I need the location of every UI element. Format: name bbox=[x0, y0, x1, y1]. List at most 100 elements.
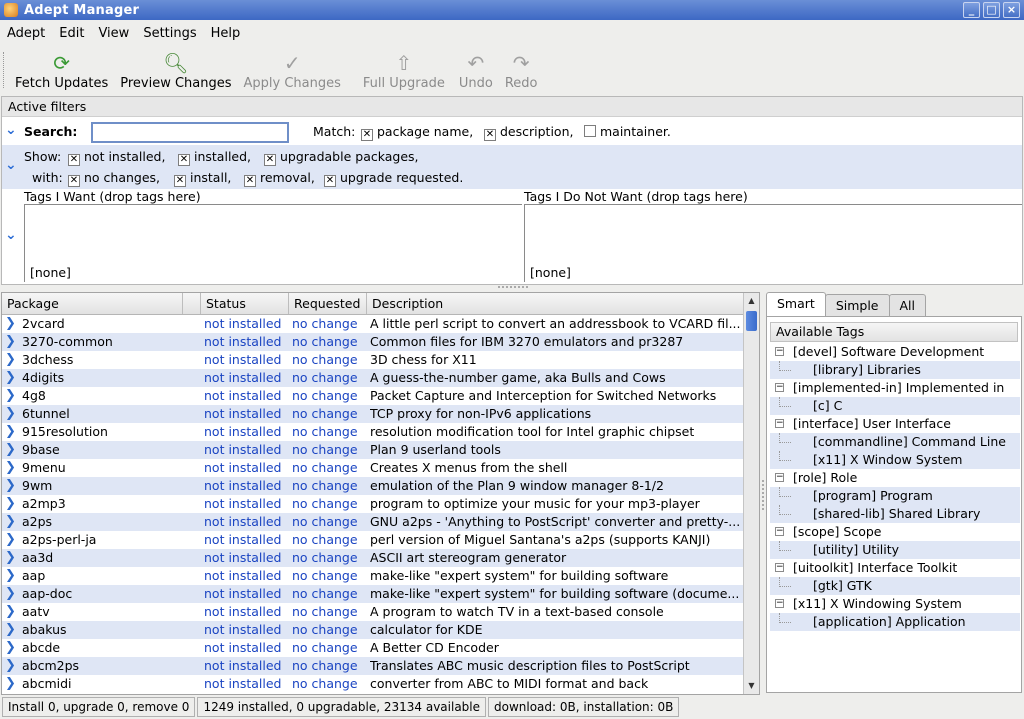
table-row[interactable]: ❯ 3dchess not installed no change 3D chess f… bbox=[2, 351, 743, 369]
table-row[interactable]: ❯ 6tunnel not installed no change TCP proxy … bbox=[2, 405, 743, 423]
menu-view[interactable]: View bbox=[91, 26, 136, 41]
full-upgrade-button[interactable]: ⇧ Full Upgrade bbox=[347, 46, 453, 94]
show-not-installed-checkbox[interactable]: ✕ not installed, bbox=[68, 149, 165, 166]
table-row[interactable]: ❯ 915resolution not installed no change reso… bbox=[2, 423, 743, 441]
column-description[interactable]: Description bbox=[367, 293, 743, 314]
maximize-button[interactable]: □ bbox=[983, 2, 1000, 18]
expand-arrow-icon[interactable]: ❯ bbox=[5, 405, 19, 423]
table-row[interactable]: ❯ aatv not installed no change A program to … bbox=[2, 603, 743, 621]
table-row[interactable]: ❯ 3270-common not installed no change Common… bbox=[2, 333, 743, 351]
tag-category[interactable]: − [devel] Software Development bbox=[770, 343, 1020, 361]
expand-arrow-icon[interactable]: ❯ bbox=[5, 333, 19, 351]
match-maintainer-checkbox[interactable]: maintainer. bbox=[584, 124, 671, 139]
vertical-splitter-handle[interactable] bbox=[762, 480, 765, 510]
splitter-handle[interactable] bbox=[498, 286, 528, 290]
collapse-toggle-icon[interactable]: − bbox=[775, 419, 784, 428]
table-row[interactable]: ❯ aap not installed no change make-like "exp… bbox=[2, 567, 743, 585]
expand-arrow-icon[interactable]: ❯ bbox=[5, 441, 19, 459]
table-row[interactable]: ❯ 9wm not installed no change emulation of t… bbox=[2, 477, 743, 495]
expand-arrow-icon[interactable]: ❯ bbox=[5, 621, 19, 639]
tag-item[interactable]: [c] C bbox=[770, 397, 1020, 415]
fetch-updates-button[interactable]: ⟳ Fetch Updates bbox=[9, 46, 114, 94]
tag-category[interactable]: − [scope] Scope bbox=[770, 523, 1020, 541]
expand-arrow-icon[interactable]: ❯ bbox=[5, 567, 19, 585]
table-row[interactable]: ❯ abakus not installed no change calculator … bbox=[2, 621, 743, 639]
preview-changes-button[interactable]: 🔍︎ Preview Changes bbox=[114, 46, 237, 94]
collapse-toggle-icon[interactable]: − bbox=[775, 347, 784, 356]
tag-item[interactable]: [shared-lib] Shared Library bbox=[770, 505, 1020, 523]
show-upgradable-checkbox[interactable]: ✕ upgradable packages, bbox=[264, 149, 419, 166]
with-removal-checkbox[interactable]: ✕ removal, bbox=[244, 170, 315, 187]
menu-settings[interactable]: Settings bbox=[136, 26, 203, 41]
expand-arrow-icon[interactable]: ❯ bbox=[5, 657, 19, 675]
show-installed-checkbox[interactable]: ✕ installed, bbox=[178, 149, 251, 166]
table-row[interactable]: ❯ 4g8 not installed no change Packet Capture… bbox=[2, 387, 743, 405]
menu-help[interactable]: Help bbox=[204, 26, 248, 41]
expand-arrow-icon[interactable]: ❯ bbox=[5, 387, 19, 405]
search-input[interactable] bbox=[91, 122, 289, 143]
collapse-toggle-icon[interactable]: − bbox=[775, 473, 784, 482]
tab-smart[interactable]: Smart bbox=[766, 292, 826, 317]
package-scrollbar[interactable]: ▲ ▼ bbox=[743, 293, 759, 694]
tag-category[interactable]: − [implemented-in] Implemented in bbox=[770, 379, 1020, 397]
expand-arrow-icon[interactable]: ❯ bbox=[5, 531, 19, 549]
table-row[interactable]: ❯ a2ps-perl-ja not installed no change perl … bbox=[2, 531, 743, 549]
table-row[interactable]: ❯ abcm2ps not installed no change Translates… bbox=[2, 657, 743, 675]
column-package[interactable]: Package bbox=[2, 293, 183, 314]
column-requested[interactable]: Requested bbox=[289, 293, 367, 314]
tag-item[interactable]: [library] Libraries bbox=[770, 361, 1020, 379]
menu-edit[interactable]: Edit bbox=[52, 26, 91, 41]
column-status[interactable]: Status bbox=[201, 293, 289, 314]
expand-arrow-icon[interactable]: ❯ bbox=[5, 477, 19, 495]
table-row[interactable]: ❯ abcde not installed no change A Better CD … bbox=[2, 639, 743, 657]
column-spacer[interactable] bbox=[183, 293, 201, 314]
tag-item[interactable]: [application] Application bbox=[770, 613, 1020, 631]
apply-changes-button[interactable]: ✓ Apply Changes bbox=[238, 46, 347, 94]
scroll-thumb[interactable] bbox=[746, 311, 757, 331]
expand-arrow-icon[interactable]: ❯ bbox=[5, 315, 19, 333]
with-install-checkbox[interactable]: ✕ install, bbox=[174, 170, 231, 187]
scroll-down-icon[interactable]: ▼ bbox=[745, 679, 758, 693]
table-row[interactable]: ❯ abcmidi not installed no change converter … bbox=[2, 675, 743, 693]
table-row[interactable]: ❯ 2vcard not installed no change A little pe… bbox=[2, 315, 743, 333]
tag-item[interactable]: [utility] Utility bbox=[770, 541, 1020, 559]
match-description-checkbox[interactable]: ✕ description, bbox=[484, 124, 573, 141]
redo-button[interactable]: ↷ Redo bbox=[499, 46, 544, 94]
undo-button[interactable]: ↶ Undo bbox=[453, 46, 499, 94]
tag-item[interactable]: [x11] X Window System bbox=[770, 451, 1020, 469]
table-row[interactable]: ❯ aap-doc not installed no change make-like … bbox=[2, 585, 743, 603]
table-row[interactable]: ❯ 9menu not installed no change Creates X me… bbox=[2, 459, 743, 477]
with-upgrade-requested-checkbox[interactable]: ✕ upgrade requested. bbox=[324, 170, 463, 187]
expand-arrow-icon[interactable]: ❯ bbox=[5, 351, 19, 369]
collapse-toggle-icon[interactable]: − bbox=[775, 599, 784, 608]
table-row[interactable]: ❯ a2ps not installed no change GNU a2ps - 'A… bbox=[2, 513, 743, 531]
collapse-chevron-icon[interactable]: ⌄ bbox=[5, 122, 17, 138]
expand-arrow-icon[interactable]: ❯ bbox=[5, 639, 19, 657]
expand-arrow-icon[interactable]: ❯ bbox=[5, 549, 19, 567]
tag-category[interactable]: − [role] Role bbox=[770, 469, 1020, 487]
expand-arrow-icon[interactable]: ❯ bbox=[5, 459, 19, 477]
table-row[interactable]: ❯ aa3d not installed no change ASCII art ste… bbox=[2, 549, 743, 567]
tab-simple[interactable]: Simple bbox=[824, 294, 890, 317]
expand-arrow-icon[interactable]: ❯ bbox=[5, 675, 19, 693]
menu-adept[interactable]: Adept bbox=[0, 26, 52, 41]
tag-category[interactable]: − [x11] X Windowing System bbox=[770, 595, 1020, 613]
expand-arrow-icon[interactable]: ❯ bbox=[5, 495, 19, 513]
table-row[interactable]: ❯ 4digits not installed no change A guess-th… bbox=[2, 369, 743, 387]
tags-dont-want-dropzone[interactable]: [none] bbox=[524, 204, 1022, 282]
tag-item[interactable]: [commandline] Command Line bbox=[770, 433, 1020, 451]
expand-arrow-icon[interactable]: ❯ bbox=[5, 423, 19, 441]
expand-arrow-icon[interactable]: ❯ bbox=[5, 585, 19, 603]
table-row[interactable]: ❯ a2mp3 not installed no change program to o… bbox=[2, 495, 743, 513]
minimize-button[interactable]: _ bbox=[963, 2, 980, 18]
collapse-toggle-icon[interactable]: − bbox=[775, 383, 784, 392]
tag-category[interactable]: − [interface] User Interface bbox=[770, 415, 1020, 433]
tags-want-dropzone[interactable]: [none] bbox=[24, 204, 522, 282]
tag-category[interactable]: − [uitoolkit] Interface Toolkit bbox=[770, 559, 1020, 577]
collapse-chevron-icon[interactable]: ⌄ bbox=[5, 157, 17, 173]
collapse-chevron-icon[interactable]: ⌄ bbox=[5, 227, 17, 243]
table-row[interactable]: ❯ 9base not installed no change Plan 9 userl… bbox=[2, 441, 743, 459]
tag-item[interactable]: [gtk] GTK bbox=[770, 577, 1020, 595]
scroll-up-icon[interactable]: ▲ bbox=[745, 294, 758, 308]
collapse-toggle-icon[interactable]: − bbox=[775, 563, 784, 572]
